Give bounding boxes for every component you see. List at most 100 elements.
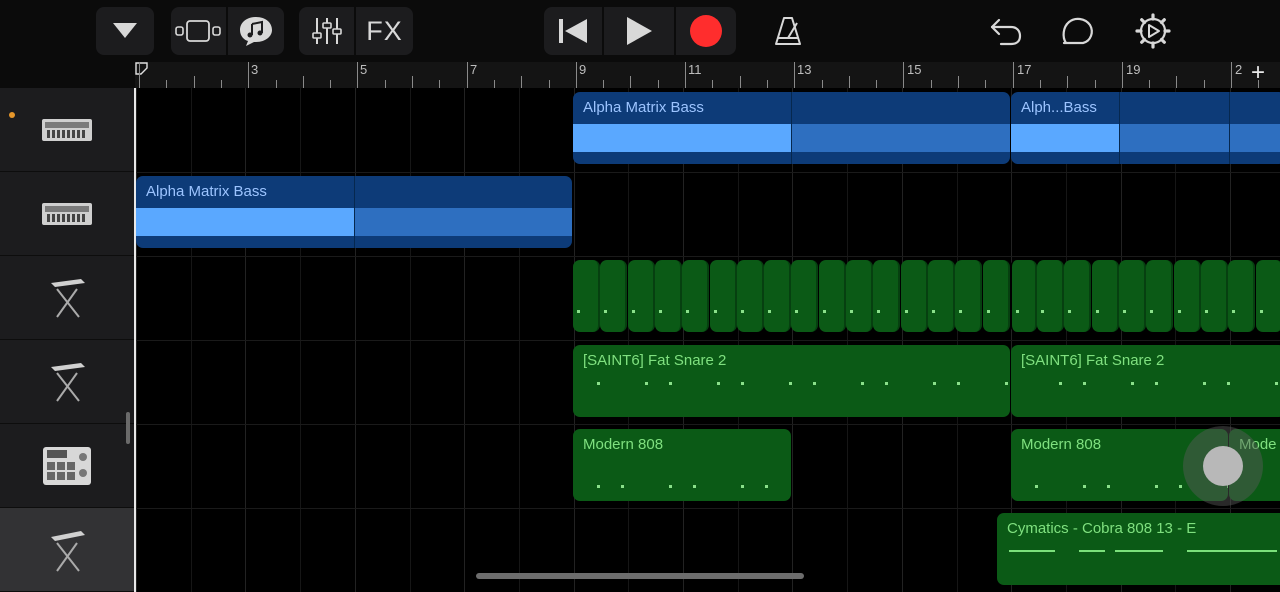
keyboard-stand-icon xyxy=(51,530,85,572)
loop-cell xyxy=(791,260,819,332)
midi-note xyxy=(986,310,990,313)
region-title: Modern 808 xyxy=(1021,436,1102,453)
audio-region[interactable]: Alph...Bass xyxy=(1011,92,1280,164)
midi-note xyxy=(822,310,826,313)
tracks-view-button[interactable] xyxy=(171,7,228,55)
play-button[interactable] xyxy=(604,7,676,55)
loop-divider xyxy=(791,92,792,164)
ruler-tick xyxy=(958,76,959,88)
mixer-button[interactable] xyxy=(299,7,356,55)
bar-number: 5 xyxy=(360,62,368,77)
tracks-area[interactable]: Alpha Matrix Bass Alph...Bass Alpha Matr… xyxy=(136,88,1280,592)
track-header-1[interactable] xyxy=(0,88,134,172)
midi-region[interactable]: Modern 808 xyxy=(573,429,791,501)
live-loops-button[interactable] xyxy=(228,7,284,55)
ruler-tick xyxy=(1012,62,1014,88)
loop-cell xyxy=(1009,260,1037,332)
midi-note xyxy=(1095,310,1099,313)
midi-note xyxy=(1059,382,1062,385)
audio-region[interactable]: Alpha Matrix Bass xyxy=(136,176,572,248)
record-button[interactable] xyxy=(676,7,736,55)
playhead-icon[interactable] xyxy=(135,62,149,78)
midi-note xyxy=(1203,382,1206,385)
fx-button[interactable]: FX xyxy=(356,7,413,55)
loop-cell xyxy=(982,260,1010,332)
ruler-tick xyxy=(248,62,250,88)
ruler-tick xyxy=(330,80,332,88)
loop-divider xyxy=(354,176,355,248)
midi-region[interactable]: Cymatics - Cobra 808 13 - E xyxy=(997,513,1280,585)
timeline-ruler[interactable]: 3 5 7 9 11 13 15 17 19 2 + xyxy=(135,59,1280,89)
track-header-4[interactable] xyxy=(0,340,134,424)
midi-note xyxy=(795,310,799,313)
audio-region[interactable]: Alpha Matrix Bass xyxy=(573,92,1010,164)
ruler-tick xyxy=(1176,76,1178,88)
midi-note xyxy=(1015,310,1019,313)
midi-note xyxy=(1187,550,1277,552)
ruler-tick xyxy=(1149,80,1151,88)
midi-note xyxy=(669,485,672,488)
ruler-tick xyxy=(1094,80,1096,88)
bar-number: 2 xyxy=(1235,62,1243,77)
track-header-2[interactable] xyxy=(0,172,134,256)
settings-button[interactable] xyxy=(1129,7,1177,55)
track-divider xyxy=(136,172,1280,173)
midi-note xyxy=(1155,485,1158,488)
browser-menu-group xyxy=(96,7,154,55)
loop-cell xyxy=(654,260,682,332)
track-header-5[interactable] xyxy=(0,424,134,508)
loop-browser-button[interactable] xyxy=(1054,7,1102,55)
ruler-tick xyxy=(794,62,796,88)
midi-region[interactable]: [SAINT6] Fat Snare 2 xyxy=(1011,345,1280,417)
loop-cell xyxy=(1228,260,1256,332)
midi-note xyxy=(693,485,696,488)
metronome-button[interactable] xyxy=(764,7,812,55)
loop-cell xyxy=(627,260,655,332)
go-to-beginning-button[interactable] xyxy=(544,7,604,55)
midi-note xyxy=(933,382,936,385)
dropdown-triangle-icon xyxy=(113,23,137,38)
midi-note xyxy=(631,310,635,313)
midi-note xyxy=(1035,485,1038,488)
ruler-tick xyxy=(357,62,359,88)
midi-note xyxy=(577,310,580,313)
loop-cell xyxy=(1200,260,1228,332)
undo-button[interactable] xyxy=(982,7,1030,55)
view-group xyxy=(171,7,284,55)
loop-cell xyxy=(955,260,983,332)
midi-note xyxy=(621,485,624,488)
track-header-resize-handle[interactable] xyxy=(126,412,130,444)
alpha-bass-synth-icon xyxy=(42,118,92,141)
undo-icon xyxy=(990,18,1022,46)
midi-note xyxy=(741,485,744,488)
loop-cell xyxy=(873,260,901,332)
record-armed-indicator xyxy=(9,112,15,118)
midi-region[interactable]: [SAINT6] Fat Snare 2 xyxy=(573,345,1010,417)
track-header-6[interactable] xyxy=(0,508,134,592)
midi-note xyxy=(1259,310,1263,313)
horizontal-scrollbar[interactable] xyxy=(476,573,804,579)
loop-cell xyxy=(1091,260,1119,332)
ruler-tick xyxy=(1067,76,1069,88)
ruler-tick xyxy=(166,80,168,88)
browser-dropdown-button[interactable] xyxy=(96,7,154,55)
ruler-tick xyxy=(220,80,222,88)
ruler-tick xyxy=(712,80,714,88)
ruler-tick xyxy=(603,80,605,88)
loop-cell xyxy=(1173,260,1201,332)
loop-cell xyxy=(1064,260,1092,332)
keyboard-stand-icon xyxy=(51,362,85,402)
midi-loop-region[interactable] xyxy=(573,260,1280,332)
loop-cell xyxy=(1119,260,1146,332)
loop-cell xyxy=(682,260,710,332)
midi-note xyxy=(740,310,744,313)
add-section-button[interactable]: + xyxy=(1251,59,1265,87)
midi-note xyxy=(1009,550,1055,552)
loop-cell xyxy=(736,260,764,332)
track-header-3[interactable] xyxy=(0,256,134,340)
ruler-tick xyxy=(548,80,550,88)
midi-note xyxy=(597,485,600,488)
ruler-tick xyxy=(493,80,495,88)
play-icon xyxy=(627,17,652,45)
midi-note xyxy=(713,310,717,313)
